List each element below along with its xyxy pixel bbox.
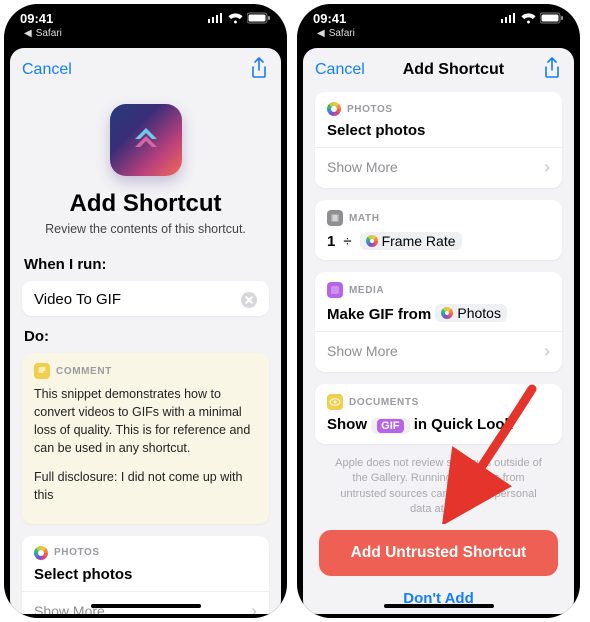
- clear-button[interactable]: [241, 292, 257, 308]
- photos-title: Select photos: [34, 566, 257, 583]
- section-when-label: When I run:: [24, 256, 267, 273]
- shortcut-name-field[interactable]: Video To GIF: [22, 281, 269, 316]
- battery-icon: [540, 12, 564, 24]
- breadcrumb[interactable]: ◀ Safari: [4, 26, 287, 39]
- variable-chip-photos[interactable]: Photos: [435, 304, 507, 322]
- section-do-label: Do:: [24, 328, 267, 345]
- comment-icon: [34, 363, 50, 379]
- sheet-right: Cancel Add Shortcut PHOTOS Select photos…: [303, 48, 574, 614]
- battery-icon: [247, 12, 271, 24]
- docs-pre: Show: [327, 416, 367, 433]
- shortcut-name-value: Video To GIF: [34, 291, 121, 308]
- variable-icon: [366, 235, 378, 247]
- cellular-icon: [501, 13, 517, 23]
- comment-text-1: This snippet demonstrates how to convert…: [34, 385, 257, 458]
- wifi-icon: [521, 13, 536, 24]
- dont-add-button[interactable]: Don't Add: [315, 586, 562, 614]
- gif-icon: GIF: [377, 419, 403, 433]
- action-select-photos: PHOTOS Select photos Show More ›: [22, 536, 269, 614]
- variable-label: Frame Rate: [382, 233, 456, 249]
- chevron-right-icon: ›: [544, 342, 550, 360]
- action-select-photos: PHOTOS Select photos Show More ›: [315, 92, 562, 188]
- variable-chip-gif[interactable]: GIF: [371, 418, 409, 434]
- share-button[interactable]: [249, 57, 269, 84]
- math-cap: MATH: [349, 213, 380, 224]
- math-operator[interactable]: ÷: [343, 233, 351, 250]
- media-icon: [327, 282, 343, 298]
- shortcuts-app-icon: [110, 104, 182, 176]
- home-indicator[interactable]: [91, 604, 201, 608]
- variable-label: Photos: [457, 305, 501, 321]
- phone-left: 09:41 ◀ Safari Cancel: [4, 4, 287, 618]
- media-pre: Make GIF from: [327, 306, 431, 323]
- status-time: 09:41: [20, 11, 53, 26]
- show-more-button[interactable]: Show More ›: [22, 591, 269, 614]
- eye-icon: [327, 394, 343, 410]
- photos-icon: [327, 102, 341, 116]
- photos-icon: [34, 546, 48, 560]
- action-comment: COMMENT This snippet demonstrates how to…: [22, 353, 269, 524]
- show-more-label: Show More: [327, 343, 398, 359]
- photos-title: Select photos: [327, 122, 550, 139]
- breadcrumb-label: Safari: [329, 28, 355, 39]
- media-cap: MEDIA: [349, 285, 384, 296]
- breadcrumb-label: Safari: [36, 28, 62, 39]
- comment-text-2: Full disclosure: I did not come up with …: [34, 468, 257, 504]
- status-time: 09:41: [313, 11, 346, 26]
- show-more-label: Show More: [327, 159, 398, 175]
- cancel-button[interactable]: Cancel: [315, 61, 365, 79]
- page-subtitle: Review the contents of this shortcut.: [22, 222, 269, 236]
- nav-title: Add Shortcut: [403, 61, 504, 79]
- status-bar: 09:41: [297, 4, 580, 26]
- docs-cap: DOCUMENTS: [349, 397, 419, 408]
- wifi-icon: [228, 13, 243, 24]
- math-operand[interactable]: 1: [327, 233, 335, 250]
- share-icon: [249, 57, 269, 79]
- show-more-button[interactable]: Show More ›: [315, 147, 562, 186]
- sheet-left: Cancel Add Shortcut Review the contents: [10, 48, 281, 614]
- annotation-arrow: [427, 384, 547, 524]
- home-indicator[interactable]: [384, 604, 494, 608]
- photos-cap: PHOTOS: [347, 104, 393, 115]
- comment-cap: COMMENT: [56, 366, 112, 377]
- chevron-right-icon: ›: [544, 158, 550, 176]
- cellular-icon: [208, 13, 224, 23]
- status-bar: 09:41: [4, 4, 287, 26]
- breadcrumb[interactable]: ◀ Safari: [297, 26, 580, 39]
- chevron-left-icon: ◀: [24, 28, 32, 39]
- add-untrusted-button[interactable]: Add Untrusted Shortcut: [319, 530, 558, 576]
- photos-icon: [441, 307, 453, 319]
- share-button[interactable]: [542, 57, 562, 84]
- show-more-button[interactable]: Show More ›: [315, 331, 562, 370]
- action-make-gif: MEDIA Make GIF from Photos Show More ›: [315, 272, 562, 372]
- share-icon: [542, 57, 562, 79]
- phone-right: 09:41 ◀ Safari Cancel Add Shortcut: [297, 4, 580, 618]
- page-title: Add Shortcut: [22, 190, 269, 218]
- cancel-button[interactable]: Cancel: [22, 61, 72, 79]
- variable-chip[interactable]: Frame Rate: [360, 232, 462, 250]
- chevron-right-icon: ›: [251, 602, 257, 614]
- chevron-left-icon: ◀: [317, 28, 325, 39]
- calculator-icon: [327, 210, 343, 226]
- action-math: MATH 1 ÷ Frame Rate: [315, 200, 562, 260]
- photos-cap: PHOTOS: [54, 547, 100, 558]
